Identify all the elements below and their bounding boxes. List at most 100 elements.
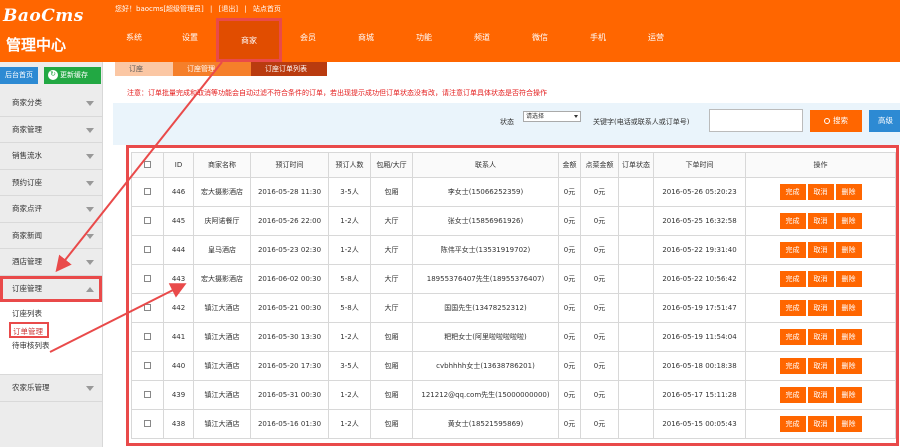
row-checkbox[interactable] bbox=[144, 419, 151, 427]
main-nav: 系统 设置 商家 会员 商城 功能 频道 微信 手机 运营 bbox=[103, 18, 900, 62]
nav-function[interactable]: 功能 bbox=[395, 18, 453, 62]
table-cell: 2016-05-17 15:11:28 bbox=[653, 380, 746, 410]
delete-button[interactable]: 删除 bbox=[835, 271, 862, 287]
complete-button[interactable]: 完成 bbox=[779, 329, 806, 345]
delete-button[interactable]: 删除 bbox=[835, 358, 862, 374]
search-button[interactable]: 搜索 bbox=[810, 110, 862, 132]
complete-button[interactable]: 完成 bbox=[779, 271, 806, 287]
table-cell: 大厅 bbox=[370, 206, 413, 236]
delete-button[interactable]: 删除 bbox=[835, 213, 862, 229]
cancel-button[interactable]: 取消 bbox=[807, 271, 834, 287]
complete-button[interactable]: 完成 bbox=[779, 213, 806, 229]
table-cell: 2016-05-30 13:30 bbox=[250, 322, 329, 352]
breadcrumb-item[interactable]: 订座管理 bbox=[173, 62, 251, 76]
chevron-down-icon bbox=[86, 101, 94, 106]
row-checkbox[interactable] bbox=[144, 187, 151, 195]
sidebar-item-seat-manage[interactable]: 订座管理 bbox=[0, 275, 102, 302]
nav-merchant[interactable]: 商家 bbox=[216, 18, 282, 62]
table-header: ID 商家名称 预订时间 预订人数 包厢/大厅 联系人 金额 点菜金额 订单状态… bbox=[131, 152, 896, 178]
sidebar-item-merchant-manage[interactable]: 商家管理 bbox=[0, 117, 102, 143]
complete-button[interactable]: 完成 bbox=[779, 184, 806, 200]
nav-channel[interactable]: 频道 bbox=[453, 18, 511, 62]
nav-system[interactable]: 系统 bbox=[105, 18, 163, 62]
row-checkbox[interactable] bbox=[144, 332, 151, 340]
table-cell: 0元 bbox=[580, 322, 619, 352]
sidebar-item-merchant-category[interactable]: 商家分类 bbox=[0, 90, 102, 117]
table-cell: 2016-05-26 05:20:23 bbox=[653, 177, 746, 207]
logo-panel: BaoCms 管理中心 bbox=[0, 0, 103, 62]
cancel-button[interactable]: 取消 bbox=[807, 387, 834, 403]
submenu-order-manage[interactable]: 订单管理 bbox=[9, 322, 49, 338]
complete-button[interactable]: 完成 bbox=[779, 242, 806, 258]
sidebar-item-reservation[interactable]: 预约订座 bbox=[0, 170, 102, 196]
complete-button[interactable]: 完成 bbox=[779, 416, 806, 432]
row-checkbox[interactable] bbox=[144, 245, 151, 253]
nav-wechat[interactable]: 微信 bbox=[511, 18, 569, 62]
nav-mall[interactable]: 商城 bbox=[337, 18, 395, 62]
table-cell: 大厅 bbox=[370, 293, 413, 323]
nav-operation[interactable]: 运营 bbox=[627, 18, 685, 62]
delete-button[interactable]: 删除 bbox=[835, 387, 862, 403]
delete-button[interactable]: 删除 bbox=[835, 184, 862, 200]
complete-button[interactable]: 完成 bbox=[779, 358, 806, 374]
cancel-button[interactable]: 取消 bbox=[807, 300, 834, 316]
table-cell: 0元 bbox=[580, 206, 619, 236]
table-cell: 446 bbox=[163, 177, 194, 207]
advanced-search-button[interactable]: 高级 bbox=[869, 110, 900, 132]
table-row: 443 宏大摄影酒店 2016-06-02 00:30 5-8人 大厅 189553764… bbox=[131, 264, 896, 294]
row-checkbox[interactable] bbox=[144, 361, 151, 369]
delete-button[interactable]: 删除 bbox=[835, 416, 862, 432]
cancel-button[interactable]: 取消 bbox=[807, 184, 834, 200]
keyword-input[interactable] bbox=[709, 109, 803, 132]
refresh-icon: ↻ bbox=[48, 70, 58, 80]
nav-member[interactable]: 会员 bbox=[279, 18, 337, 62]
table-cell: 镇江大酒店 bbox=[193, 380, 251, 410]
status-select[interactable]: 请选择 bbox=[523, 111, 581, 122]
nav-mobile[interactable]: 手机 bbox=[569, 18, 627, 62]
cancel-button[interactable]: 取消 bbox=[807, 213, 834, 229]
breadcrumb-item[interactable]: 订座 bbox=[115, 62, 173, 76]
row-checkbox[interactable] bbox=[144, 216, 151, 224]
row-checkbox[interactable] bbox=[144, 390, 151, 398]
nav-settings[interactable]: 设置 bbox=[161, 18, 219, 62]
table-cell: 包厢 bbox=[370, 322, 413, 352]
table-cell: 0元 bbox=[558, 351, 581, 381]
search-bar: 状态 请选择 关键字(电话或联系人或订单号) 搜索 高级 bbox=[113, 103, 900, 145]
complete-button[interactable]: 完成 bbox=[779, 300, 806, 316]
sidebar-item-farm-manage[interactable]: 农家乐管理 bbox=[0, 375, 102, 402]
delete-button[interactable]: 删除 bbox=[835, 242, 862, 258]
submenu-pending-review[interactable]: 待审核列表 bbox=[12, 338, 102, 354]
table-cell: 1-2人 bbox=[328, 380, 371, 410]
sidebar-item-merchant-news[interactable]: 商家新闻 bbox=[0, 223, 102, 249]
row-checkbox[interactable] bbox=[144, 303, 151, 311]
delete-button[interactable]: 删除 bbox=[835, 329, 862, 345]
sidebar-item-merchant-review[interactable]: 商家点评 bbox=[0, 196, 102, 223]
table-cell: 0元 bbox=[558, 380, 581, 410]
column-header: 预订时间 bbox=[250, 152, 329, 178]
chevron-down-icon bbox=[86, 233, 94, 239]
delete-button[interactable]: 删除 bbox=[835, 300, 862, 316]
table-cell: 0元 bbox=[580, 409, 619, 439]
cancel-button[interactable]: 取消 bbox=[807, 329, 834, 345]
row-actions: 完成 取消 删除 bbox=[745, 293, 896, 323]
cancel-button[interactable]: 取消 bbox=[807, 416, 834, 432]
select-all-checkbox[interactable] bbox=[144, 160, 151, 168]
submenu-seat-list[interactable]: 订座列表 bbox=[12, 306, 102, 322]
sidebar-item-sales-flow[interactable]: 销售流水 bbox=[0, 143, 102, 170]
refresh-cache-button[interactable]: ↻ 更新缓存 bbox=[44, 67, 101, 84]
admin-home-button[interactable]: 后台首页 bbox=[0, 67, 38, 84]
table-cell: 宏大摄影酒店 bbox=[193, 177, 251, 207]
table-row: 439 镇江大酒店 2016-05-31 00:30 1-2人 包厢 121212@qq.… bbox=[131, 380, 896, 410]
table-cell bbox=[618, 380, 654, 410]
sidebar-item-hotel-manage[interactable]: 酒店管理 bbox=[0, 249, 102, 276]
table-cell: 440 bbox=[163, 351, 194, 381]
row-checkbox[interactable] bbox=[144, 274, 151, 282]
logout-link[interactable]: [退出] bbox=[219, 5, 238, 13]
site-home-link[interactable]: 站点首页 bbox=[253, 5, 281, 13]
table-cell: 0元 bbox=[580, 351, 619, 381]
table-cell: 张女士(15856961926) bbox=[412, 206, 559, 236]
complete-button[interactable]: 完成 bbox=[779, 387, 806, 403]
cancel-button[interactable]: 取消 bbox=[807, 242, 834, 258]
table-cell: 0元 bbox=[580, 293, 619, 323]
cancel-button[interactable]: 取消 bbox=[807, 358, 834, 374]
